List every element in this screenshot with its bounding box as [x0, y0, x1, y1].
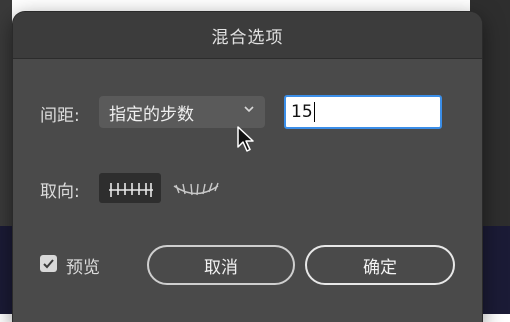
text-caret [313, 102, 315, 122]
align-to-page-icon [109, 183, 153, 197]
spacing-select-value: 指定的步数 [109, 104, 194, 125]
cancel-button[interactable]: 取消 [147, 245, 295, 285]
spacing-select[interactable]: 指定的步数 [99, 96, 265, 128]
orientation-label: 取向: [40, 182, 80, 202]
align-to-path-icon [173, 182, 219, 196]
preview-label: 预览 [66, 258, 100, 278]
preview-checkbox[interactable] [40, 255, 57, 272]
dialog-title: 混合选项 [211, 27, 284, 48]
spacing-label: 间距: [40, 106, 80, 126]
mouse-pointer-icon [236, 125, 256, 157]
align-to-page-button[interactable] [99, 173, 161, 203]
blend-options-dialog: 混合选项 间距: 指定的步数 15 取向: 预览 取消 确定 [13, 12, 482, 322]
steps-input[interactable]: 15 [284, 95, 442, 129]
checkmark-icon [43, 259, 54, 269]
chevron-down-icon [243, 103, 255, 119]
steps-input-value: 15 [291, 102, 313, 122]
ok-button[interactable]: 确定 [305, 245, 455, 285]
dialog-titlebar: 混合选项 [13, 12, 482, 59]
align-to-path-button[interactable] [165, 173, 227, 203]
